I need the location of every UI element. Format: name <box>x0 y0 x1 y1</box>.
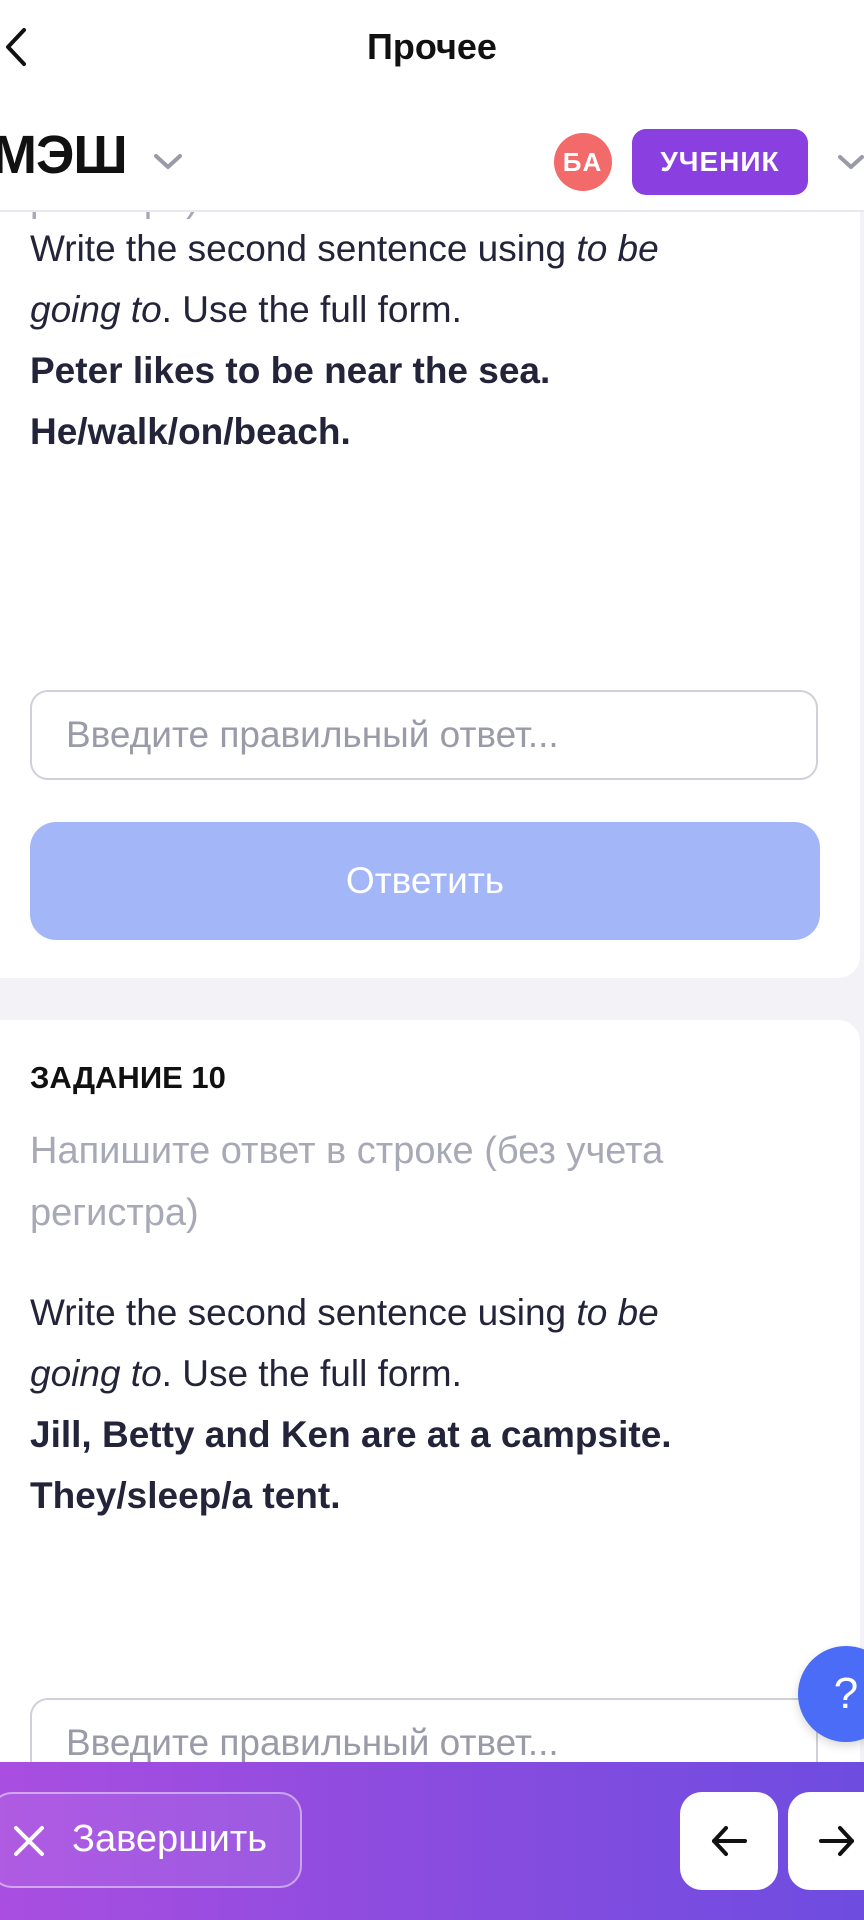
finish-label: Завершить <box>72 1818 268 1860</box>
next-task-button[interactable] <box>788 1792 864 1890</box>
previous-task-button[interactable] <box>680 1792 778 1890</box>
task-heading: ЗАДАНИЕ 10 <box>30 1060 226 1095</box>
instruction-end: . Use the full form. <box>161 289 462 330</box>
task-instruction: Write the second sentence using to be go… <box>30 218 750 462</box>
task-sentence-2: They/sleep/a tent. <box>30 1475 341 1516</box>
task-sentence-1: Peter likes to be near the sea. <box>30 350 551 391</box>
chevron-down-icon[interactable] <box>150 150 186 174</box>
submit-answer-button[interactable]: Ответить <box>30 822 820 940</box>
finish-button[interactable]: Завершить <box>0 1792 302 1888</box>
page-title: Прочее <box>367 26 497 67</box>
task-sentence-2: He/walk/on/beach. <box>30 411 351 452</box>
close-icon <box>14 1826 44 1856</box>
bottom-action-bar: Завершить <box>0 1762 864 1920</box>
instruction-end: . Use the full form. <box>161 1353 462 1394</box>
chevron-down-icon[interactable] <box>836 153 864 173</box>
avatar[interactable]: БА <box>554 133 612 191</box>
task-sentence-1: Jill, Betty and Ken are at a campsite. <box>30 1414 672 1455</box>
task-instruction: Write the second sentence using to be go… <box>30 1282 750 1526</box>
brand-logo[interactable]: МЭШ <box>0 124 128 186</box>
instruction-start: Write the second sentence using <box>30 1292 577 1333</box>
role-badge[interactable]: УЧЕНИК <box>632 129 808 195</box>
task-hint: Напишите ответ в строке (без учета регис… <box>30 1130 664 1234</box>
instruction-start: Write the second sentence using <box>30 228 577 269</box>
arrow-right-icon <box>819 1826 854 1856</box>
task-card-9: регистра) Write the second sentence usin… <box>0 150 860 978</box>
app-root: регистра) Write the second sentence usin… <box>0 0 864 1920</box>
arrow-left-icon <box>712 1826 747 1856</box>
top-navbar: Прочее <box>0 0 864 96</box>
answer-input-9[interactable] <box>30 690 818 780</box>
